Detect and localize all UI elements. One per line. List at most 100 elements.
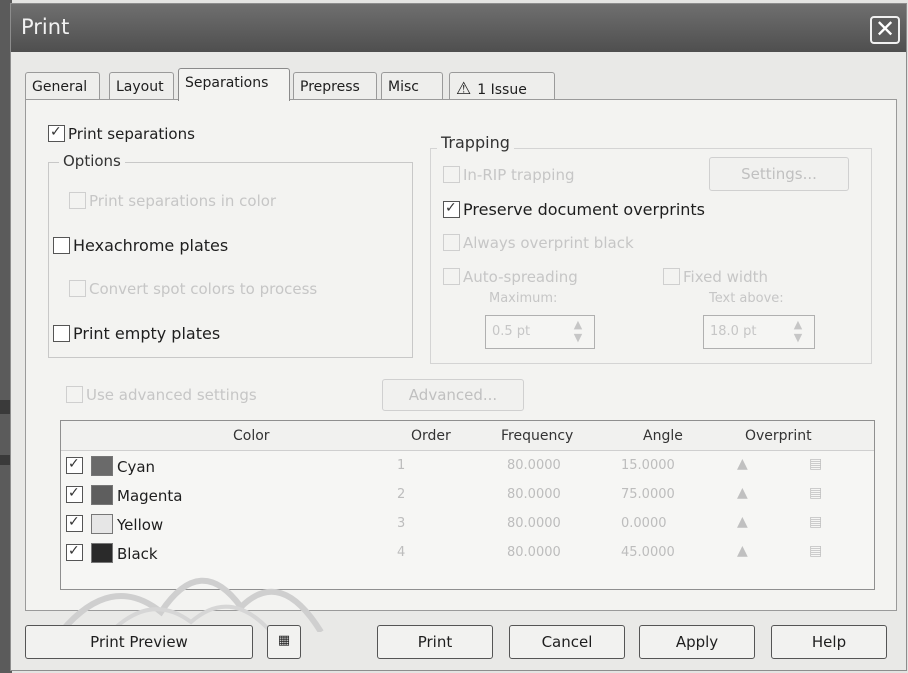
overprint-graphics-icon[interactable]: ▲ xyxy=(737,485,757,505)
advanced-button[interactable]: Advanced... xyxy=(382,379,524,411)
frequency-value: 80.0000 xyxy=(507,545,561,560)
button-label: Cancel xyxy=(541,633,593,651)
checkbox-box xyxy=(69,192,86,209)
overprint-graphics-icon[interactable]: ▲ xyxy=(737,514,757,534)
trapping-group: Trapping In-RIP trapping Settings... Pre… xyxy=(430,133,872,364)
overprint-graphics-icon[interactable]: ▲ xyxy=(737,543,757,563)
checkbox-box xyxy=(443,268,460,285)
checkbox-box xyxy=(53,325,70,342)
frequency-value: 80.0000 xyxy=(507,458,561,473)
auto-spreading-checkbox[interactable]: Auto-spreading xyxy=(443,267,578,286)
column-header-angle: Angle xyxy=(643,428,683,444)
column-header-color: Color xyxy=(233,428,270,444)
checkbox-label: Auto-spreading xyxy=(463,267,578,286)
convert-spot-checkbox[interactable]: Convert spot colors to process xyxy=(69,279,317,298)
tab-layout[interactable]: Layout xyxy=(109,72,174,100)
checkbox-label: Print separations in color xyxy=(89,191,277,210)
print-dialog: Print ✕ General Layout Separations Prepr… xyxy=(10,3,907,671)
checkbox-box xyxy=(53,237,70,254)
color-name: Cyan xyxy=(117,458,156,476)
tab-misc[interactable]: Misc xyxy=(381,72,443,100)
checkbox-label: Print empty plates xyxy=(73,324,221,343)
trapping-settings-button[interactable]: Settings... xyxy=(709,157,849,191)
checkbox-box xyxy=(443,166,460,183)
tab-separations[interactable]: Separations xyxy=(178,68,290,101)
frequency-value: 80.0000 xyxy=(507,516,561,531)
button-label: Print xyxy=(417,633,453,651)
overprint-text-icon[interactable]: ▤ xyxy=(809,485,829,505)
preview-options-button[interactable]: ▦ xyxy=(267,625,301,659)
window-title: Print xyxy=(21,15,70,39)
order-value: 3 xyxy=(397,516,406,531)
preserve-overprints-checkbox[interactable]: Preserve document overprints xyxy=(443,199,705,219)
tab-general[interactable]: General xyxy=(25,72,100,100)
tab-label: Prepress xyxy=(300,79,360,95)
checkbox-label: Fixed width xyxy=(683,267,768,286)
spinner-arrows-icon: ▲ ▼ xyxy=(573,318,583,344)
column-header-order: Order xyxy=(411,428,451,444)
tab-label: Separations xyxy=(185,75,269,91)
button-label: Help xyxy=(811,633,847,651)
color-swatch xyxy=(91,456,113,476)
color-swatch xyxy=(91,514,113,534)
spinner-value: 0.5 pt xyxy=(492,324,531,339)
button-label: Apply xyxy=(675,633,719,651)
checkbox-label: Print separations xyxy=(68,124,195,143)
plate-checkbox[interactable] xyxy=(66,457,83,474)
cancel-button[interactable]: Cancel xyxy=(509,625,625,659)
print-button[interactable]: Print xyxy=(377,625,493,659)
order-value: 1 xyxy=(397,458,406,473)
always-overprint-black-checkbox[interactable]: Always overprint black xyxy=(443,233,634,252)
checkbox-box xyxy=(443,201,460,218)
tab-prepress[interactable]: Prepress xyxy=(293,72,377,100)
maximum-label: Maximum: xyxy=(489,291,558,306)
checkbox-box xyxy=(443,234,460,251)
overprint-text-icon[interactable]: ▤ xyxy=(809,543,829,563)
table-row[interactable]: Magenta 2 80.0000 75.0000 ▲ ▤ xyxy=(61,482,874,511)
fixed-width-checkbox[interactable]: Fixed width xyxy=(663,267,768,286)
trapping-group-title: Trapping xyxy=(437,133,514,152)
table-row[interactable]: Yellow 3 80.0000 0.0000 ▲ ▤ xyxy=(61,511,874,540)
tab-label: Misc xyxy=(388,79,419,95)
checkbox-box xyxy=(663,268,680,285)
overprint-graphics-icon[interactable]: ▲ xyxy=(737,456,757,476)
preview-options-icon: ▦ xyxy=(277,633,291,648)
use-advanced-settings-checkbox[interactable]: Use advanced settings xyxy=(66,385,257,404)
print-preview-button[interactable]: Print Preview xyxy=(25,625,253,659)
text-above-label: Text above: xyxy=(709,291,784,306)
separations-panel: Print separations Options Print separati… xyxy=(25,99,897,611)
order-value: 4 xyxy=(397,545,406,560)
help-button[interactable]: Help xyxy=(771,625,887,659)
color-name: Magenta xyxy=(117,487,183,505)
warning-icon: ⚠ xyxy=(456,79,472,99)
plate-checkbox[interactable] xyxy=(66,486,83,503)
checkbox-label: Hexachrome plates xyxy=(73,236,229,255)
maximum-spinner[interactable]: 0.5 pt ▲ ▼ xyxy=(485,315,595,349)
inrip-trapping-checkbox[interactable]: In-RIP trapping xyxy=(443,165,574,184)
hexachrome-checkbox[interactable]: Hexachrome plates xyxy=(53,235,228,255)
table-header: Color Order Frequency Angle Overprint xyxy=(61,421,874,451)
plate-checkbox[interactable] xyxy=(66,515,83,532)
button-label: Settings... xyxy=(741,165,817,183)
overprint-text-icon[interactable]: ▤ xyxy=(809,456,829,476)
checkbox-box xyxy=(66,386,83,403)
angle-value: 0.0000 xyxy=(621,516,667,531)
text-above-spinner[interactable]: 18.0 pt ▲ ▼ xyxy=(703,315,815,349)
print-separations-checkbox[interactable]: Print separations xyxy=(48,124,195,143)
title-bar: Print ✕ xyxy=(11,4,906,52)
column-header-overprint: Overprint xyxy=(745,428,812,444)
checkbox-label: Preserve document overprints xyxy=(463,200,706,219)
close-button[interactable]: ✕ xyxy=(870,16,900,44)
button-label: Advanced... xyxy=(408,386,498,404)
options-group: Options Print separations in color Hexac… xyxy=(48,152,413,358)
angle-value: 45.0000 xyxy=(621,545,675,560)
checkbox-label: Convert spot colors to process xyxy=(89,279,318,298)
apply-button[interactable]: Apply xyxy=(639,625,755,659)
print-empty-plates-checkbox[interactable]: Print empty plates xyxy=(53,323,220,343)
tab-issues[interactable]: ⚠ 1 Issue xyxy=(449,72,555,100)
spinner-value: 18.0 pt xyxy=(710,324,757,339)
table-row[interactable]: Cyan 1 80.0000 15.0000 ▲ ▤ xyxy=(61,453,874,482)
overprint-text-icon[interactable]: ▤ xyxy=(809,514,829,534)
print-in-color-checkbox[interactable]: Print separations in color xyxy=(69,191,276,210)
checkbox-box xyxy=(48,125,65,142)
